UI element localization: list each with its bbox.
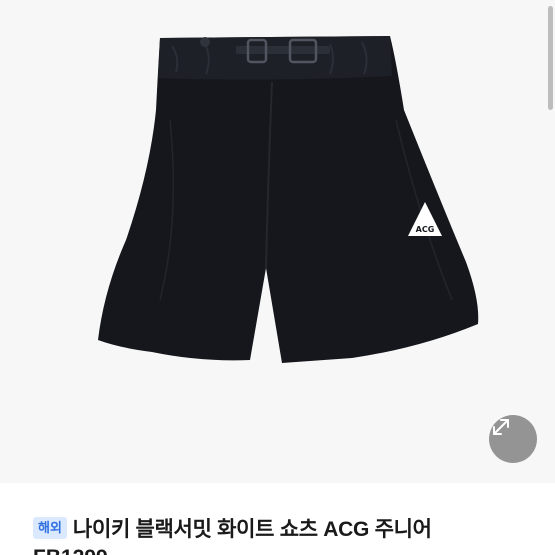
product-image[interactable]: ACG <box>0 0 555 483</box>
overseas-badge: 해외 <box>33 517 67 539</box>
scroll-indicator[interactable] <box>548 6 553 110</box>
expand-image-button[interactable] <box>489 415 537 463</box>
acg-logo-text: ACG <box>416 225 435 234</box>
expand-arrows-icon <box>493 419 509 435</box>
shorts-illustration: ACG <box>98 36 479 363</box>
belt-button <box>200 37 210 47</box>
shorts-body <box>98 36 479 363</box>
title-row: 해외 나이키 블랙서밋 화이트 쇼츠 ACG 주니어 <box>33 513 432 543</box>
product-title: 나이키 블랙서밋 화이트 쇼츠 ACG 주니어 <box>72 518 432 541</box>
waistband <box>158 36 392 80</box>
product-info: 해외 나이키 블랙서밋 화이트 쇼츠 ACG 주니어 FB1299 <box>0 483 555 555</box>
product-detail-screen: ACG 해외 나이키 블랙서밋 화이트 쇼츠 ACG 주니어 FB1299 <box>0 0 555 555</box>
model-code: FB1299 <box>33 546 108 555</box>
